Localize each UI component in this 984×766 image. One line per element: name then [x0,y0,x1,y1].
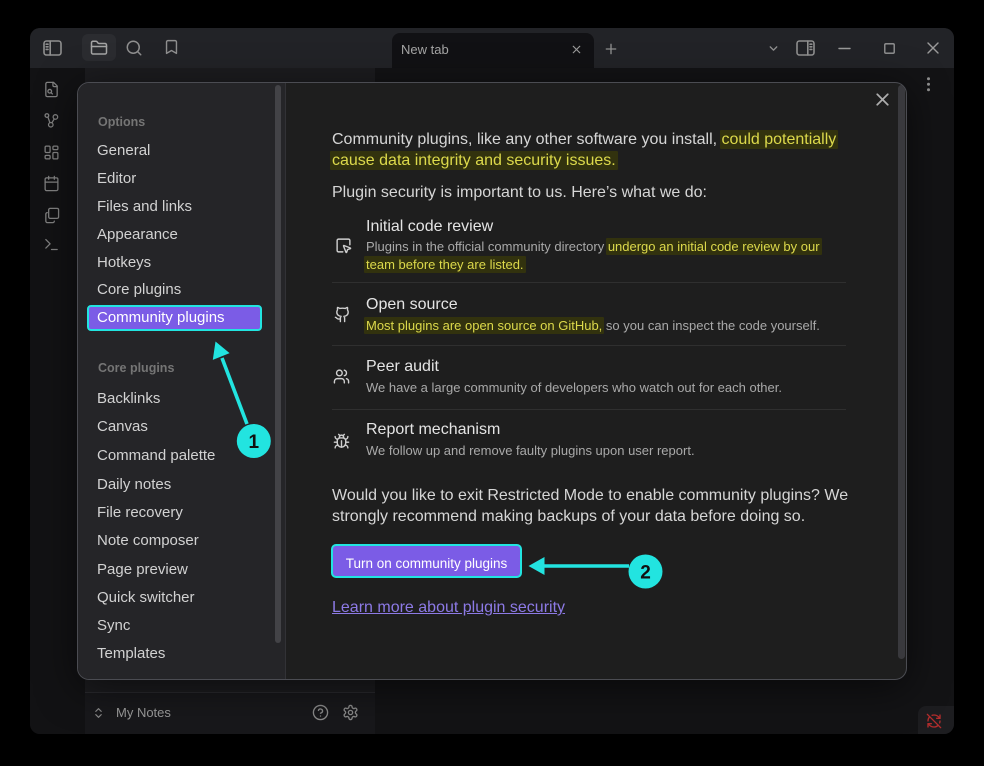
svg-text:1: 1 [249,432,260,453]
svg-text:2: 2 [640,563,651,584]
